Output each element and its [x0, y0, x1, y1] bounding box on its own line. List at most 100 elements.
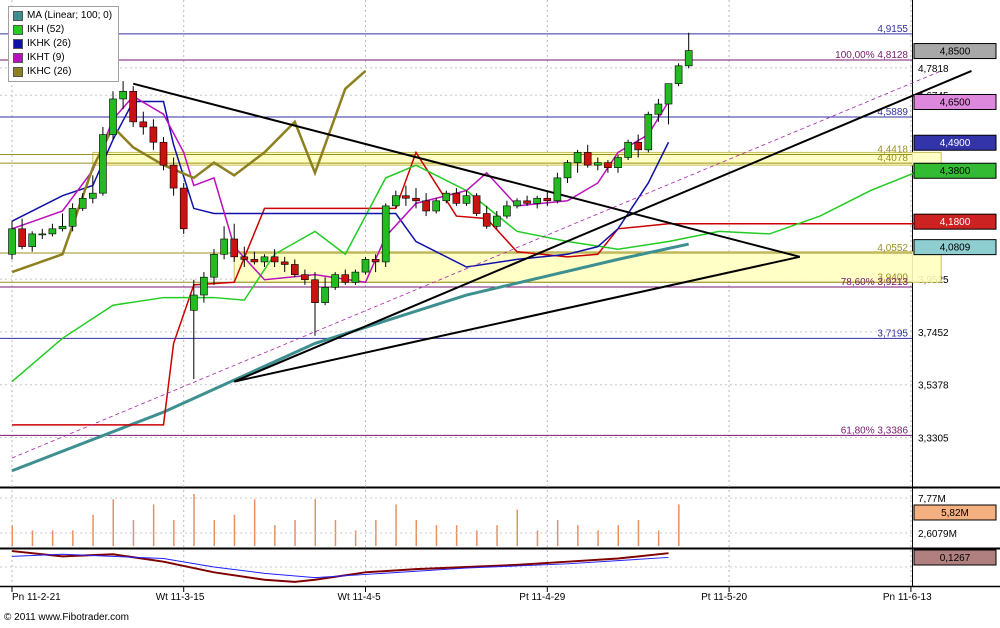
- candle-body: [58, 225, 67, 230]
- candle-body: [28, 233, 37, 247]
- candle-body: [179, 187, 188, 230]
- value-badge-label: 4,3800: [940, 166, 971, 177]
- legend: MA (Linear; 100; 0) IKH (52) IKHK (26) I…: [8, 6, 120, 82]
- volume-bar: [597, 530, 599, 546]
- volume-bar: [253, 499, 256, 546]
- candle-body: [18, 228, 26, 247]
- x-tick-label: Wt 11-4-5: [338, 592, 382, 603]
- volume-bar: [193, 494, 195, 546]
- copyright: © 2011 www.Fibotrader.com: [4, 612, 130, 623]
- candle-body: [351, 271, 360, 283]
- level-label: 100,00% 4,8128: [835, 50, 908, 61]
- oscillator-badge-label: 0,1267: [940, 553, 971, 564]
- candle-body: [129, 91, 137, 123]
- candle-body: [321, 287, 329, 303]
- candle-body: [472, 195, 481, 214]
- candle-body: [664, 83, 673, 105]
- x-tick-label: Pt 11-5-20: [701, 592, 747, 603]
- candle-body: [391, 195, 400, 207]
- candle-body: [331, 274, 340, 288]
- candle-body: [533, 197, 542, 204]
- volume-tick-label: 2,6079M: [918, 529, 957, 540]
- volume-bar: [11, 525, 13, 546]
- legend-label: IKH (52): [27, 24, 65, 35]
- candle-body: [381, 205, 390, 263]
- candle-body: [583, 152, 592, 166]
- candle-body: [149, 126, 158, 143]
- candle-body: [190, 294, 198, 311]
- candle-body: [553, 177, 562, 202]
- candle-body: [159, 141, 168, 166]
- y-tick-label: 3,3305: [918, 433, 949, 444]
- candle-body: [200, 276, 208, 296]
- background: [0, 0, 1000, 628]
- volume-bar: [657, 530, 660, 546]
- candle-body: [8, 228, 16, 255]
- ikhk-swatch-icon: [13, 39, 23, 49]
- candle-body: [78, 197, 87, 209]
- level-label: 61,80% 3,3386: [841, 425, 909, 436]
- value-badge-label: 4,4900: [940, 138, 971, 149]
- candle-body: [361, 259, 370, 273]
- legend-label: IKHT (9): [27, 52, 65, 63]
- level-label: 4,4078: [877, 153, 908, 164]
- volume-bar: [132, 520, 135, 546]
- x-tick-label: Pn 11-6-13: [883, 592, 932, 603]
- value-badge-label: 4,1800: [940, 217, 971, 228]
- volume-bar: [637, 520, 640, 546]
- candle-body: [452, 192, 461, 204]
- candle-body: [654, 103, 663, 115]
- volume-bar: [556, 520, 559, 546]
- volume-tick-label: 7,77M: [918, 494, 946, 505]
- level-label: 4,0552: [877, 243, 908, 254]
- volume-bar: [435, 525, 438, 546]
- legend-item-ikhk: IKHK (26): [13, 37, 112, 51]
- y-tick-label: 3,5378: [918, 381, 949, 392]
- volume-bar: [617, 525, 619, 546]
- volume-bar: [213, 520, 215, 546]
- candle-body: [301, 274, 309, 281]
- candle-body: [604, 162, 612, 168]
- candle-body: [89, 192, 97, 199]
- candle-body: [119, 91, 127, 100]
- candle-body: [402, 195, 410, 199]
- volume-bar: [72, 530, 74, 546]
- volume-bar: [395, 504, 397, 546]
- candle-body: [503, 205, 511, 217]
- value-badge-label: 4,6500: [940, 97, 971, 108]
- candle-body: [311, 279, 319, 303]
- candle-body: [38, 233, 47, 236]
- candle-body: [422, 200, 430, 212]
- ikht-swatch-icon: [13, 53, 23, 63]
- candle-body: [99, 134, 107, 194]
- candle-body: [492, 215, 501, 227]
- candle-body: [462, 195, 471, 204]
- legend-item-ikht: IKHT (9): [13, 51, 112, 65]
- candle-body: [513, 200, 521, 207]
- candle-body: [139, 121, 148, 128]
- candle-body: [684, 50, 693, 67]
- volume-bar: [516, 509, 518, 546]
- candle-body: [644, 113, 653, 151]
- legend-label: IKHC (26): [27, 66, 72, 77]
- candle-body: [341, 274, 350, 283]
- legend-item-ikhc: IKHC (26): [13, 65, 112, 79]
- volume-bar: [274, 525, 276, 546]
- legend-item-ma: MA (Linear; 100; 0): [13, 9, 112, 23]
- volume-bar: [314, 499, 316, 546]
- x-tick-label: Pt 11-4-29: [519, 592, 565, 603]
- candle-body: [48, 228, 57, 235]
- candle-body: [614, 157, 622, 168]
- level-label: 3,7195: [877, 328, 908, 339]
- candle-body: [210, 253, 218, 278]
- value-badge-label: 4,8500: [940, 47, 971, 58]
- level-label: 4,9155: [877, 24, 908, 35]
- candle-body: [573, 152, 582, 163]
- legend-item-ikh: IKH (52): [13, 23, 112, 37]
- volume-bar: [112, 499, 114, 546]
- candle-body: [674, 65, 683, 84]
- level-label: 78,60% 3,9213: [841, 277, 909, 288]
- y-tick-label: 3,7452: [918, 328, 949, 339]
- candle-body: [260, 256, 269, 263]
- legend-label: MA (Linear; 100; 0): [27, 10, 113, 21]
